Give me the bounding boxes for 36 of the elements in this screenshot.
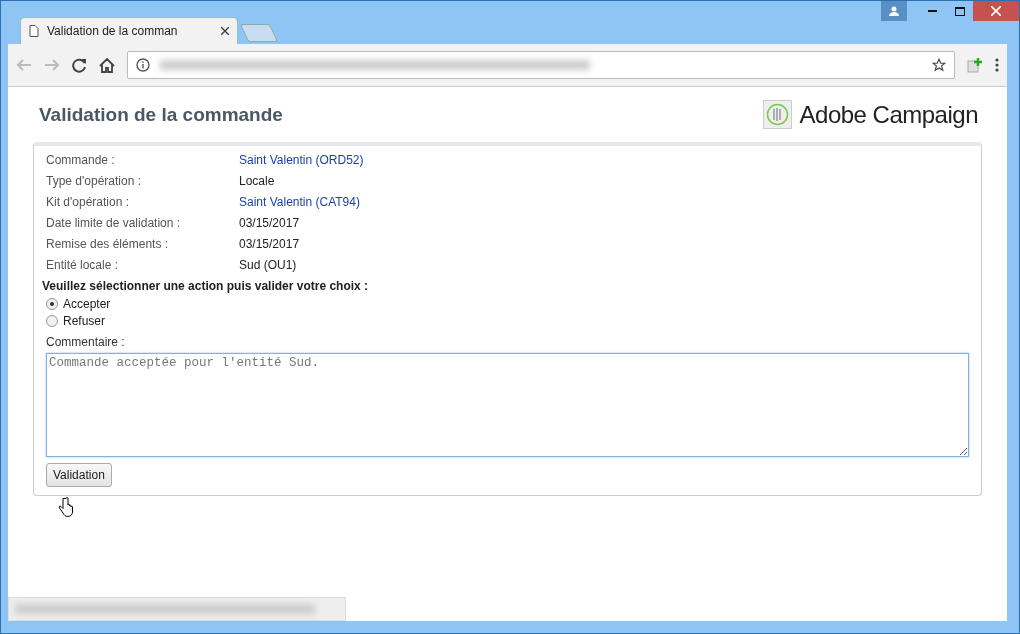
field-label: Remise des éléments : bbox=[46, 236, 170, 251]
radio-button[interactable] bbox=[46, 297, 58, 310]
field-label: Commande : bbox=[46, 152, 116, 167]
radio-label: Accepter bbox=[63, 296, 111, 311]
field-label: Kit d'opération : bbox=[46, 194, 130, 209]
comment-field[interactable]: Commande acceptée pour l'entité Sud. bbox=[46, 353, 969, 457]
home-icon[interactable] bbox=[99, 57, 115, 73]
comment-label: Commentaire : bbox=[46, 335, 126, 349]
hand-cursor-icon bbox=[58, 497, 74, 519]
user-icon[interactable] bbox=[881, 1, 907, 21]
extension-icon[interactable] bbox=[967, 57, 983, 73]
field-label: Date limite de validation : bbox=[46, 215, 182, 230]
tab-title: Validation de la comman bbox=[47, 24, 179, 38]
field-label: Type d'opération : bbox=[46, 173, 143, 188]
radio-button[interactable] bbox=[46, 314, 58, 327]
menu-icon[interactable] bbox=[995, 58, 999, 72]
field-link[interactable]: Saint Valentin (CAT94) bbox=[239, 194, 360, 209]
validation-button[interactable]: Validation bbox=[46, 463, 112, 487]
radio-label: Refuser bbox=[63, 313, 106, 328]
page-icon bbox=[29, 25, 39, 37]
field-value: 03/15/2017 bbox=[239, 215, 300, 230]
close-icon[interactable] bbox=[973, 1, 1019, 21]
browser-tab[interactable]: Validation de la comman bbox=[20, 17, 238, 44]
action-prompt: Veuillez sélectionner une action puis valider votre choix : bbox=[42, 279, 370, 293]
field-value: Sud (OU1) bbox=[239, 257, 297, 272]
page-title: Validation de la commande bbox=[39, 103, 283, 126]
field-value: 03/15/2017 bbox=[239, 236, 300, 251]
field-label: Entité locale : bbox=[46, 257, 120, 272]
reload-icon[interactable] bbox=[72, 57, 87, 73]
logo-icon bbox=[762, 100, 792, 129]
star-icon[interactable] bbox=[932, 58, 946, 72]
field-value: Locale bbox=[239, 173, 275, 188]
brand-name: Adobe Campaign bbox=[799, 100, 978, 129]
info-icon bbox=[136, 58, 150, 72]
close-icon[interactable] bbox=[221, 27, 229, 35]
field-link[interactable]: Saint Valentin (ORD52) bbox=[239, 152, 364, 167]
